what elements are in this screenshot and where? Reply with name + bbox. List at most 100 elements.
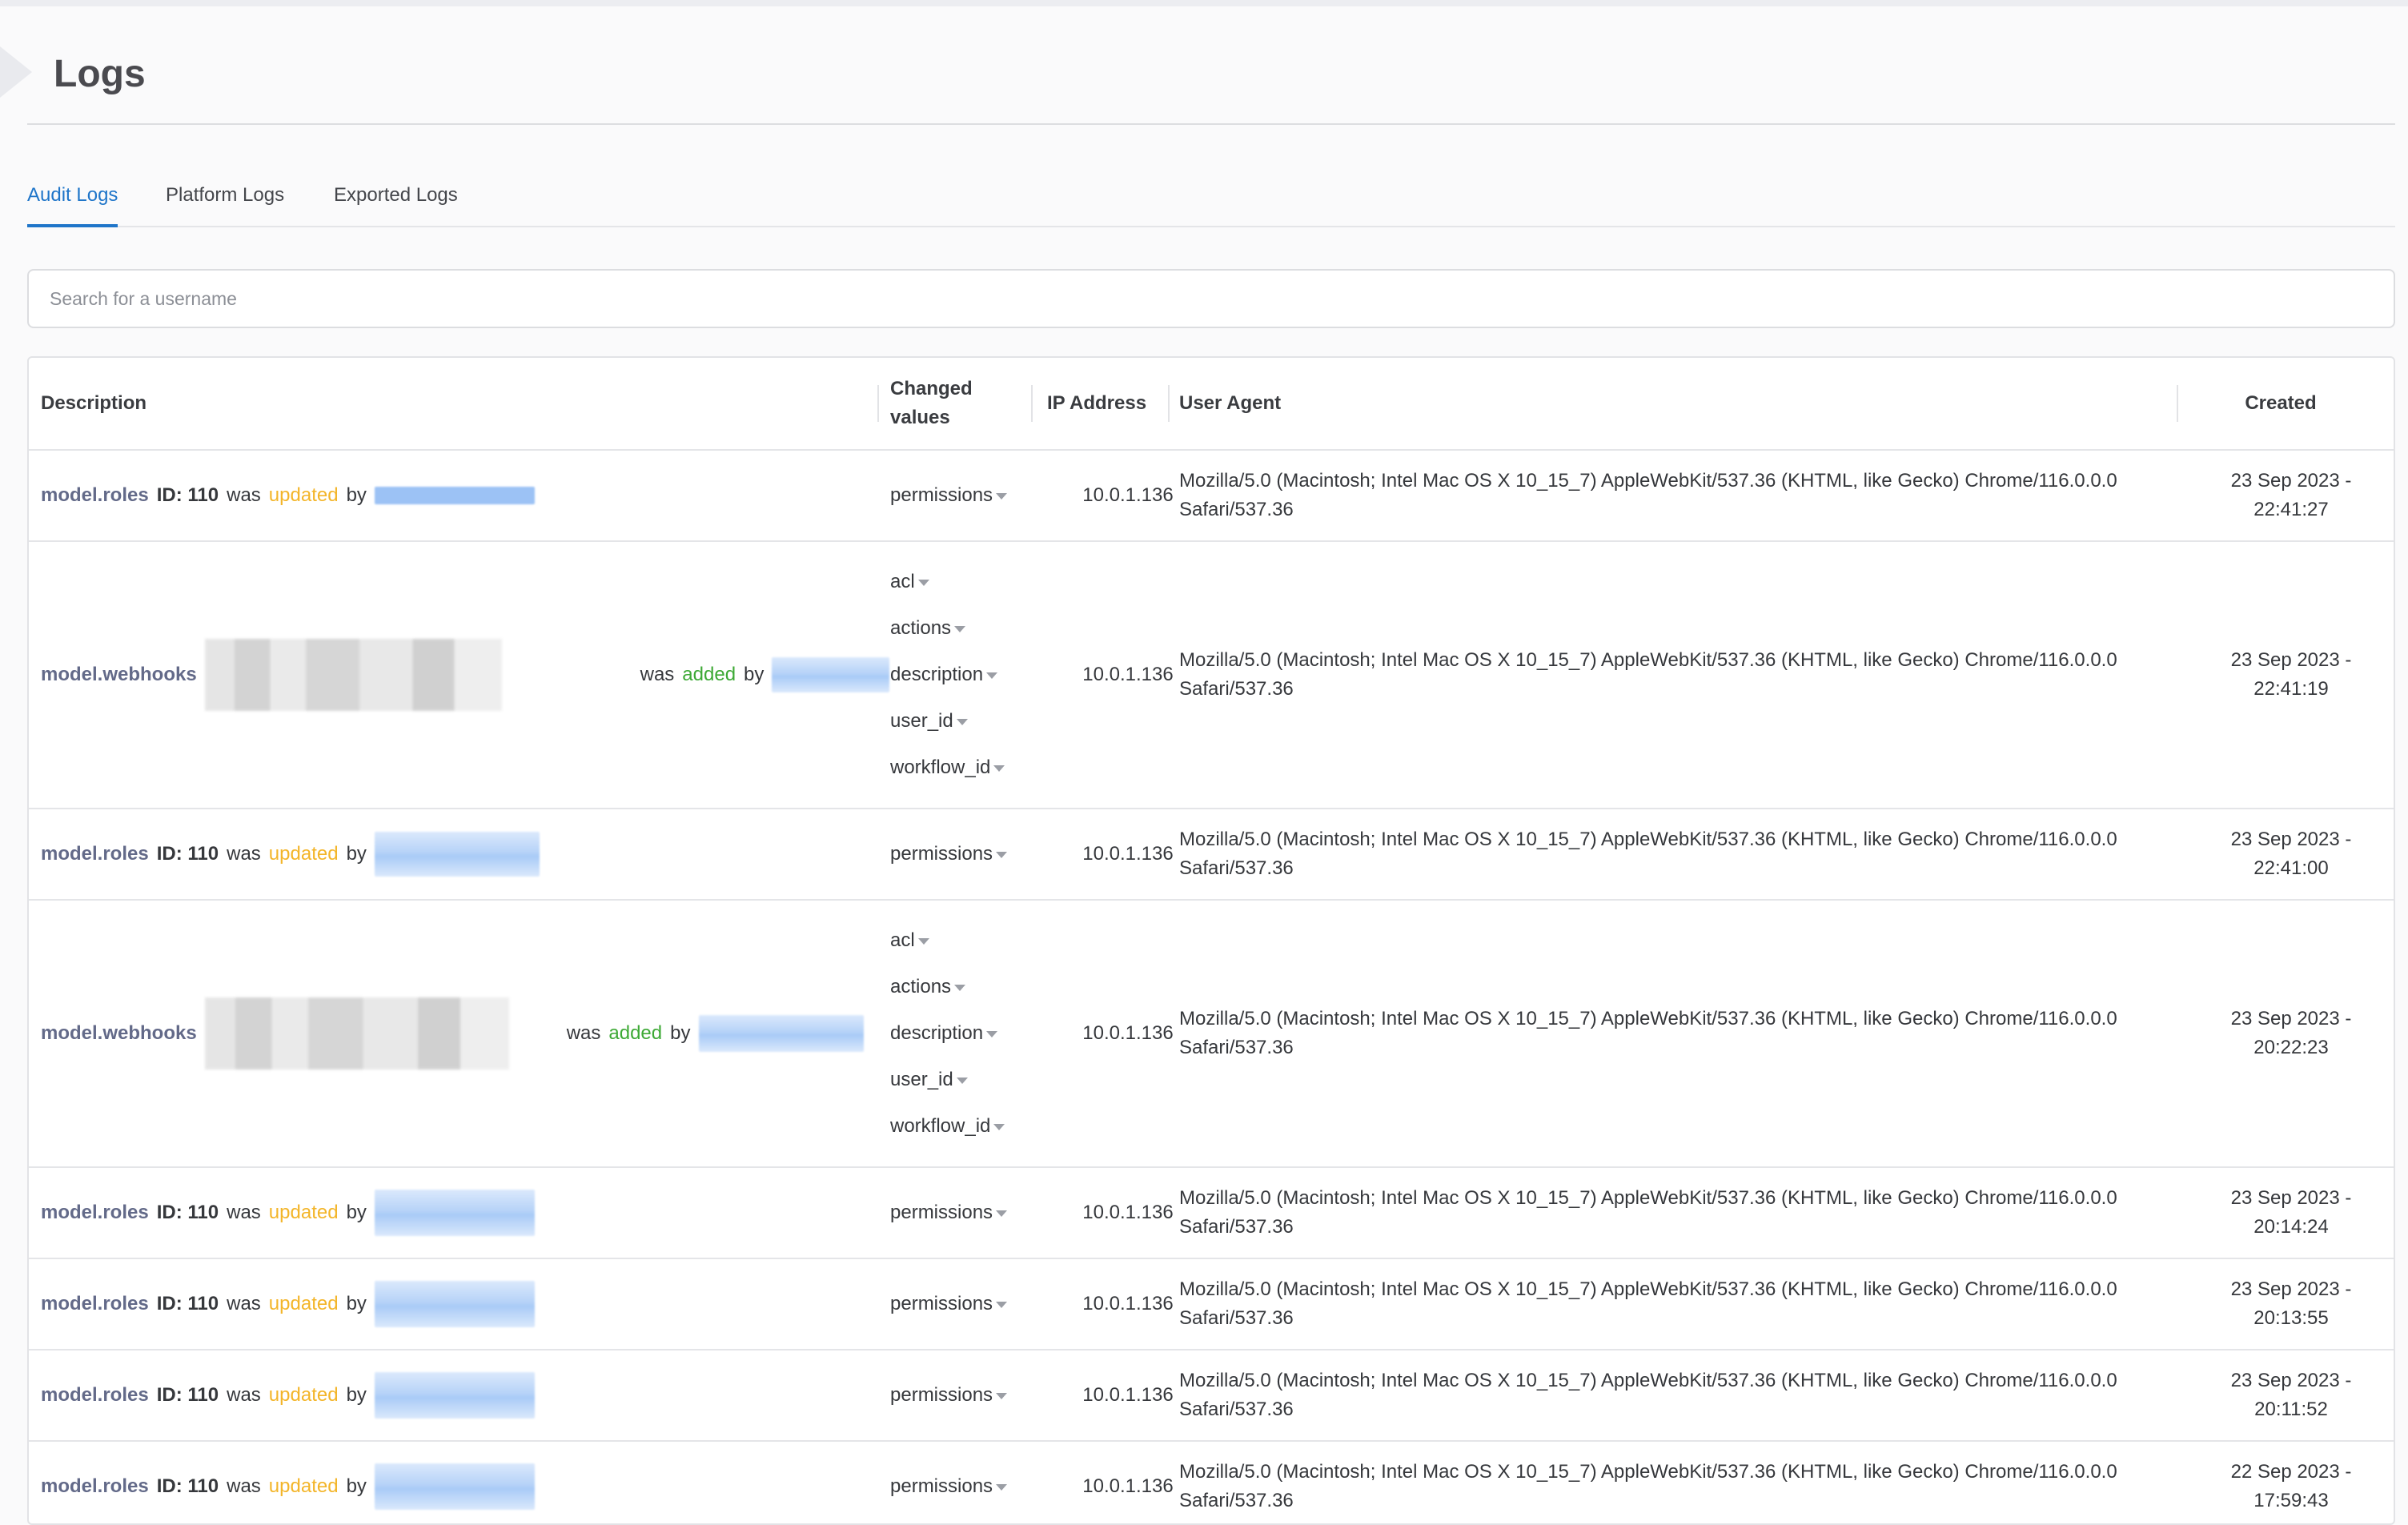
redacted-username: [374, 832, 540, 877]
changed-value-toggle[interactable]: acl: [890, 917, 929, 964]
changed-value-label: user_id: [890, 710, 953, 732]
ip-address: 10.0.1.136: [1082, 1384, 1174, 1406]
created-time: 20:11:52: [2254, 1399, 2328, 1420]
user-agent: Mozilla/5.0 (Macintosh; Intel Mac OS X 1…: [1179, 1461, 2117, 1511]
action-label: updated: [268, 1293, 339, 1314]
tab-bar: Audit Logs Platform Logs Exported Logs: [27, 167, 2395, 227]
changed-value-toggle[interactable]: actions: [890, 964, 966, 1010]
changed-value-toggle[interactable]: user_id: [890, 698, 968, 744]
created-at: 23 Sep 2023 - 20:13:55: [2211, 1259, 2371, 1349]
table-row[interactable]: model.webhooks was added by acl actions …: [29, 901, 2394, 1168]
caret-down-icon: [996, 493, 1008, 500]
column-header-created[interactable]: Created: [2177, 358, 2385, 449]
ip-address: 10.0.1.136: [1082, 1293, 1174, 1314]
audit-log-table: Description Changed values IP Address Us…: [27, 356, 2395, 1525]
caret-down-icon: [996, 1302, 1008, 1308]
changed-value-toggle[interactable]: description: [890, 1010, 998, 1057]
description-text: was: [227, 1293, 261, 1314]
changed-value-toggle[interactable]: description: [890, 652, 998, 698]
created-time: 17:59:43: [2253, 1490, 2329, 1511]
redacted-username: [374, 1281, 535, 1327]
column-header-changed-values[interactable]: Changed values: [877, 358, 1029, 449]
caret-down-icon: [993, 1124, 1005, 1130]
changed-value-toggle[interactable]: workflow_id: [890, 744, 1005, 791]
changed-values: acl actions description user_id workflow…: [890, 542, 1039, 808]
changed-values: permissions: [890, 1168, 1039, 1258]
table-row[interactable]: model.webhooks was added by acl actions …: [29, 542, 2394, 809]
action-label: added: [608, 1022, 663, 1044]
description-text: by: [346, 1475, 367, 1497]
model-link[interactable]: model.roles: [41, 1202, 149, 1224]
ip-address: 10.0.1.136: [1082, 1202, 1174, 1223]
record-id: ID: 110: [156, 843, 219, 865]
model-link[interactable]: model.roles: [41, 843, 149, 865]
changed-value-toggle[interactable]: workflow_id: [890, 1103, 1005, 1150]
changed-value-toggle[interactable]: actions: [890, 605, 966, 652]
column-header-description[interactable]: Description: [41, 358, 873, 449]
redacted-username: [374, 1372, 535, 1419]
record-id: ID: 110: [156, 1384, 219, 1406]
changed-values: permissions: [890, 1259, 1039, 1349]
description-text: by: [670, 1022, 691, 1044]
caret-down-icon: [996, 1484, 1008, 1491]
changed-values: acl actions description user_id workflow…: [890, 901, 1039, 1166]
changed-values: permissions: [890, 451, 1039, 540]
action-label: added: [682, 664, 736, 685]
caret-down-icon: [956, 719, 968, 725]
description-text: by: [744, 664, 765, 685]
tab-audit-logs[interactable]: Audit Logs: [27, 167, 118, 227]
changed-value-label: permissions: [890, 1202, 993, 1223]
model-link[interactable]: model.webhooks: [41, 1022, 197, 1045]
model-link[interactable]: model.webhooks: [41, 664, 197, 686]
table-row[interactable]: model.roles ID: 110 was updated by permi…: [29, 451, 2394, 542]
caret-down-icon: [956, 1078, 968, 1084]
model-link[interactable]: model.roles: [41, 1293, 149, 1315]
tab-exported-logs[interactable]: Exported Logs: [334, 167, 458, 226]
created-date: 23 Sep 2023 -: [2230, 1187, 2352, 1209]
changed-value-toggle[interactable]: permissions: [890, 1372, 1008, 1419]
page-title: Logs: [54, 53, 146, 95]
sidebar-toggle-icon[interactable]: [0, 46, 32, 98]
created-at: 22 Sep 2023 - 17:59:43: [2211, 1442, 2371, 1523]
changed-value-toggle[interactable]: permissions: [890, 472, 1008, 519]
row-description: model.roles ID: 110 was updated by: [41, 1442, 889, 1523]
changed-value-toggle[interactable]: permissions: [890, 831, 1008, 877]
table-row[interactable]: model.roles ID: 110 was updated by permi…: [29, 1442, 2394, 1523]
changed-value-toggle[interactable]: user_id: [890, 1057, 968, 1103]
table-row[interactable]: model.roles ID: 110 was updated by permi…: [29, 1259, 2394, 1350]
changed-value-toggle[interactable]: permissions: [890, 1190, 1008, 1236]
column-header-user-agent[interactable]: User Agent: [1168, 358, 2201, 449]
caret-down-icon: [996, 852, 1008, 858]
changed-values: permissions: [890, 1442, 1039, 1523]
action-label: updated: [268, 1202, 339, 1223]
description-text: by: [346, 1293, 367, 1314]
table-row[interactable]: model.roles ID: 110 was updated by permi…: [29, 1350, 2394, 1442]
record-id: ID: 110: [156, 1475, 219, 1497]
record-id: ID: 110: [156, 484, 219, 506]
column-header-label: Changed values: [890, 378, 973, 428]
user-agent: Mozilla/5.0 (Macintosh; Intel Mac OS X 1…: [1179, 829, 2117, 879]
created-at: 23 Sep 2023 - 20:14:24: [2211, 1168, 2371, 1258]
table-row[interactable]: model.roles ID: 110 was updated by permi…: [29, 809, 2394, 901]
model-link[interactable]: model.roles: [41, 1475, 149, 1498]
user-agent: Mozilla/5.0 (Macintosh; Intel Mac OS X 1…: [1179, 1008, 2117, 1058]
description-text: by: [346, 484, 367, 506]
table-header: Description Changed values IP Address Us…: [29, 358, 2394, 451]
search-input[interactable]: [29, 271, 2394, 327]
changed-value-toggle[interactable]: permissions: [890, 1281, 1008, 1327]
redacted-username: [698, 1015, 864, 1052]
user-agent: Mozilla/5.0 (Macintosh; Intel Mac OS X 1…: [1179, 649, 2117, 700]
model-link[interactable]: model.roles: [41, 1384, 149, 1407]
changed-value-toggle[interactable]: acl: [890, 559, 929, 605]
table-row[interactable]: model.roles ID: 110 was updated by permi…: [29, 1168, 2394, 1259]
changed-value-toggle[interactable]: permissions: [890, 1463, 1008, 1510]
description-text: by: [346, 1202, 367, 1223]
changed-value-label: user_id: [890, 1069, 953, 1090]
top-strip: [0, 0, 2408, 6]
tab-platform-logs[interactable]: Platform Logs: [166, 167, 284, 226]
created-date: 23 Sep 2023 -: [2230, 829, 2352, 850]
redacted-username: [374, 1190, 535, 1236]
redacted-record: [204, 639, 503, 711]
model-link[interactable]: model.roles: [41, 484, 149, 507]
action-label: updated: [268, 1384, 339, 1406]
